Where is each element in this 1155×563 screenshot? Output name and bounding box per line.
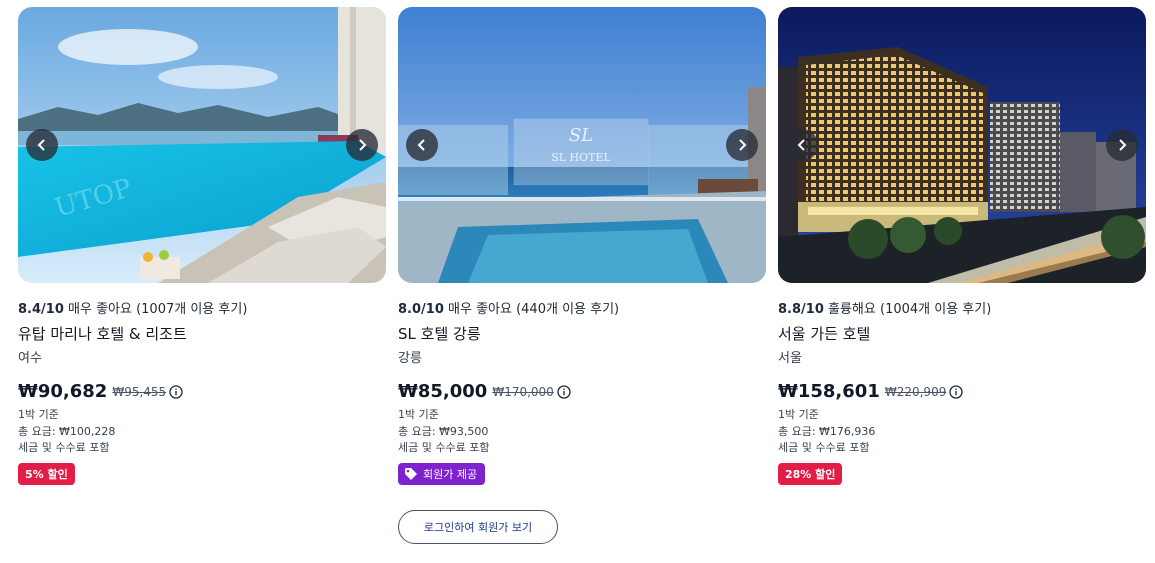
price-row: ₩85,000 ₩170,000 — [398, 381, 571, 402]
review-count: (1007개 이용 후기) — [136, 302, 248, 317]
review-count: (1004개 이용 후기) — [880, 302, 992, 317]
rating: 8.8/10 훌륭해요 (1004개 이용 후기) — [778, 298, 991, 317]
hotel-name[interactable]: SL 호텔 강릉 — [398, 323, 481, 344]
member-price-badge: 회원가 제공 — [398, 463, 486, 485]
original-price: ₩170,000 — [492, 384, 554, 399]
rating: 8.4/10 매우 좋아요 (1007개 이용 후기) — [18, 298, 247, 317]
chevron-right-icon — [1119, 139, 1127, 151]
next-photo-button[interactable] — [346, 129, 378, 161]
hotel-city: 여수 — [18, 351, 42, 366]
chevron-right-icon — [739, 139, 747, 151]
tag-icon — [405, 468, 417, 480]
prev-photo-button[interactable] — [26, 129, 58, 161]
taxes-label: 세금 및 수수료 포함 — [778, 441, 870, 454]
rating-score: 8.0/10 — [398, 302, 444, 317]
total-price: 총 요금: ₩176,936 — [778, 425, 876, 438]
current-price: ₩85,000 — [398, 381, 488, 402]
taxes-label: 세금 및 수수료 포함 — [18, 441, 110, 454]
prev-photo-button[interactable] — [786, 129, 818, 161]
hotel-photo[interactable]: UTOP — [18, 7, 386, 283]
hotel-city: 강릉 — [398, 351, 422, 366]
current-price: ₩158,601 — [778, 381, 880, 402]
chevron-right-icon — [359, 139, 367, 151]
hotel-photo[interactable]: SL SL HOTEL — [398, 7, 766, 283]
per-night-label: 1박 기준 — [398, 408, 439, 421]
next-photo-button[interactable] — [1106, 129, 1138, 161]
discount-badge: 28% 할인 — [778, 463, 843, 485]
photo-image — [778, 7, 1146, 283]
next-photo-button[interactable] — [726, 129, 758, 161]
info-icon[interactable] — [949, 384, 963, 399]
login-member-price-button[interactable]: 로그인하여 회원가 보기 — [398, 510, 558, 544]
hotel-card[interactable]: SL SL HOTEL 8.0/10 매우 좋아요 (440개 이용 후기) S… — [398, 7, 766, 544]
hotel-card[interactable]: 8.8/10 훌륭해요 (1004개 이용 후기) 서울 가든 호텔 서울 ₩1… — [778, 7, 1146, 485]
total-price: 총 요금: ₩100,228 — [18, 425, 116, 438]
photo-image: SL SL HOTEL — [398, 7, 766, 283]
photo-image: UTOP — [18, 7, 386, 283]
original-price: ₩220,909 — [884, 384, 947, 399]
svg-text:SL: SL — [569, 125, 593, 146]
hotel-card[interactable]: UTOP 8.4/10 매우 좋아요 (1007개 이용 후기) 유탑 마리나 … — [18, 7, 386, 485]
rating-text: 매우 좋아요 — [68, 302, 132, 317]
hotel-photo[interactable] — [778, 7, 1146, 283]
taxes-label: 세금 및 수수료 포함 — [398, 441, 490, 454]
chevron-left-icon — [797, 139, 805, 151]
total-price: 총 요금: ₩93,500 — [398, 425, 489, 438]
hotel-name[interactable]: 유탑 마리나 호텔 & 리조트 — [18, 323, 187, 344]
prev-photo-button[interactable] — [406, 129, 438, 161]
rating: 8.0/10 매우 좋아요 (440개 이용 후기) — [398, 298, 619, 317]
review-count: (440개 이용 후기) — [516, 302, 620, 317]
per-night-label: 1박 기준 — [18, 408, 59, 421]
glass-lettering: SL HOTEL — [551, 151, 611, 164]
hotel-city: 서울 — [778, 351, 802, 366]
per-night-label: 1박 기준 — [778, 408, 819, 421]
rating-score: 8.8/10 — [778, 302, 824, 317]
original-price: ₩95,455 — [112, 384, 167, 399]
rating-text: 매우 좋아요 — [448, 302, 512, 317]
rating-score: 8.4/10 — [18, 302, 64, 317]
discount-badge: 5% 할인 — [18, 463, 75, 485]
hotel-name[interactable]: 서울 가든 호텔 — [778, 323, 870, 344]
price-row: ₩90,682 ₩95,455 — [18, 381, 183, 402]
info-icon[interactable] — [169, 384, 183, 399]
member-price-label: 회원가 제공 — [423, 468, 478, 481]
chevron-left-icon — [37, 139, 45, 151]
price-row: ₩158,601 ₩220,909 — [778, 381, 963, 402]
current-price: ₩90,682 — [18, 381, 108, 402]
chevron-left-icon — [417, 139, 425, 151]
rating-text: 훌륭해요 — [828, 302, 876, 317]
info-icon[interactable] — [557, 384, 571, 399]
